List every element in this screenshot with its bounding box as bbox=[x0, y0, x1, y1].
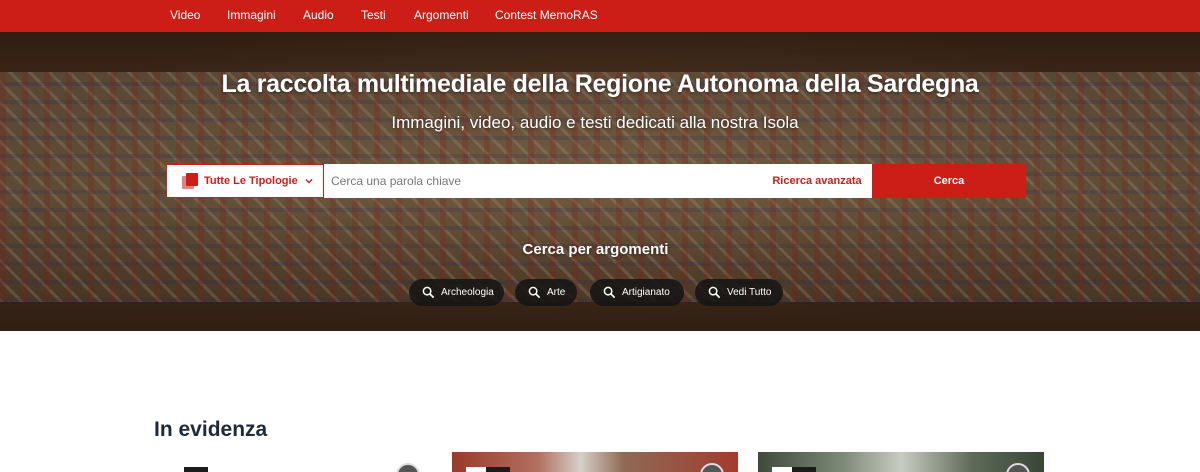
topic-chip-archeologia[interactable]: Archeologia bbox=[409, 279, 504, 306]
featured-card-1[interactable] bbox=[150, 452, 435, 472]
search-icon bbox=[422, 286, 435, 299]
type-filter-label: Tutte Le Tipologie bbox=[204, 175, 298, 187]
chevron-down-icon bbox=[305, 179, 313, 184]
topic-chip-arte[interactable]: Arte bbox=[515, 279, 577, 306]
nav-item-video[interactable]: Video bbox=[170, 8, 200, 22]
nav-item-contest-memoras[interactable]: Contest MemoRAS bbox=[495, 8, 598, 22]
type-filter-dropdown[interactable]: Tutte Le Tipologie bbox=[166, 164, 324, 198]
collection-icon bbox=[182, 173, 198, 189]
search-bar: Tutte Le Tipologie Ricerca avanzata Cerc… bbox=[166, 164, 1026, 198]
media-type-badge bbox=[466, 467, 510, 472]
search-icon bbox=[603, 286, 616, 299]
media-icon bbox=[1006, 463, 1030, 472]
featured-card-3[interactable] bbox=[758, 452, 1044, 472]
hero-subtitle: Immagini, video, audio e testi dedicati … bbox=[391, 113, 799, 132]
hero-title: La raccolta multimediale della Regione A… bbox=[221, 70, 979, 98]
topic-chip-label: Artigianato bbox=[622, 287, 670, 298]
topic-chip-label: Archeologia bbox=[441, 287, 494, 298]
topic-chip-label: Arte bbox=[547, 287, 566, 298]
nav-item-immagini[interactable]: Immagini bbox=[227, 8, 276, 22]
topic-chip-label: Vedi Tutto bbox=[727, 287, 772, 298]
topics-heading: Cerca per argomenti bbox=[522, 241, 669, 258]
featured-section-title: In evidenza bbox=[154, 418, 268, 441]
search-button[interactable]: Cerca bbox=[872, 164, 1026, 198]
media-icon bbox=[700, 463, 724, 472]
media-type-badge bbox=[164, 467, 208, 472]
media-type-badge bbox=[772, 467, 816, 472]
advanced-search-link[interactable]: Ricerca avanzata bbox=[762, 164, 872, 198]
top-nav: Video Immagini Audio Testi Argomenti Con… bbox=[0, 0, 1200, 32]
nav-item-audio[interactable]: Audio bbox=[303, 8, 334, 22]
search-icon bbox=[528, 286, 541, 299]
media-icon bbox=[396, 463, 420, 472]
topic-chip-vedi-tutto[interactable]: Vedi Tutto bbox=[695, 279, 783, 306]
topic-chip-artigianato[interactable]: Artigianato bbox=[590, 279, 684, 306]
featured-card-2[interactable] bbox=[452, 452, 738, 472]
search-icon bbox=[708, 286, 721, 299]
hero-banner: La raccolta multimediale della Regione A… bbox=[0, 32, 1200, 331]
nav-item-argomenti[interactable]: Argomenti bbox=[414, 8, 469, 22]
nav-item-testi[interactable]: Testi bbox=[361, 8, 386, 22]
